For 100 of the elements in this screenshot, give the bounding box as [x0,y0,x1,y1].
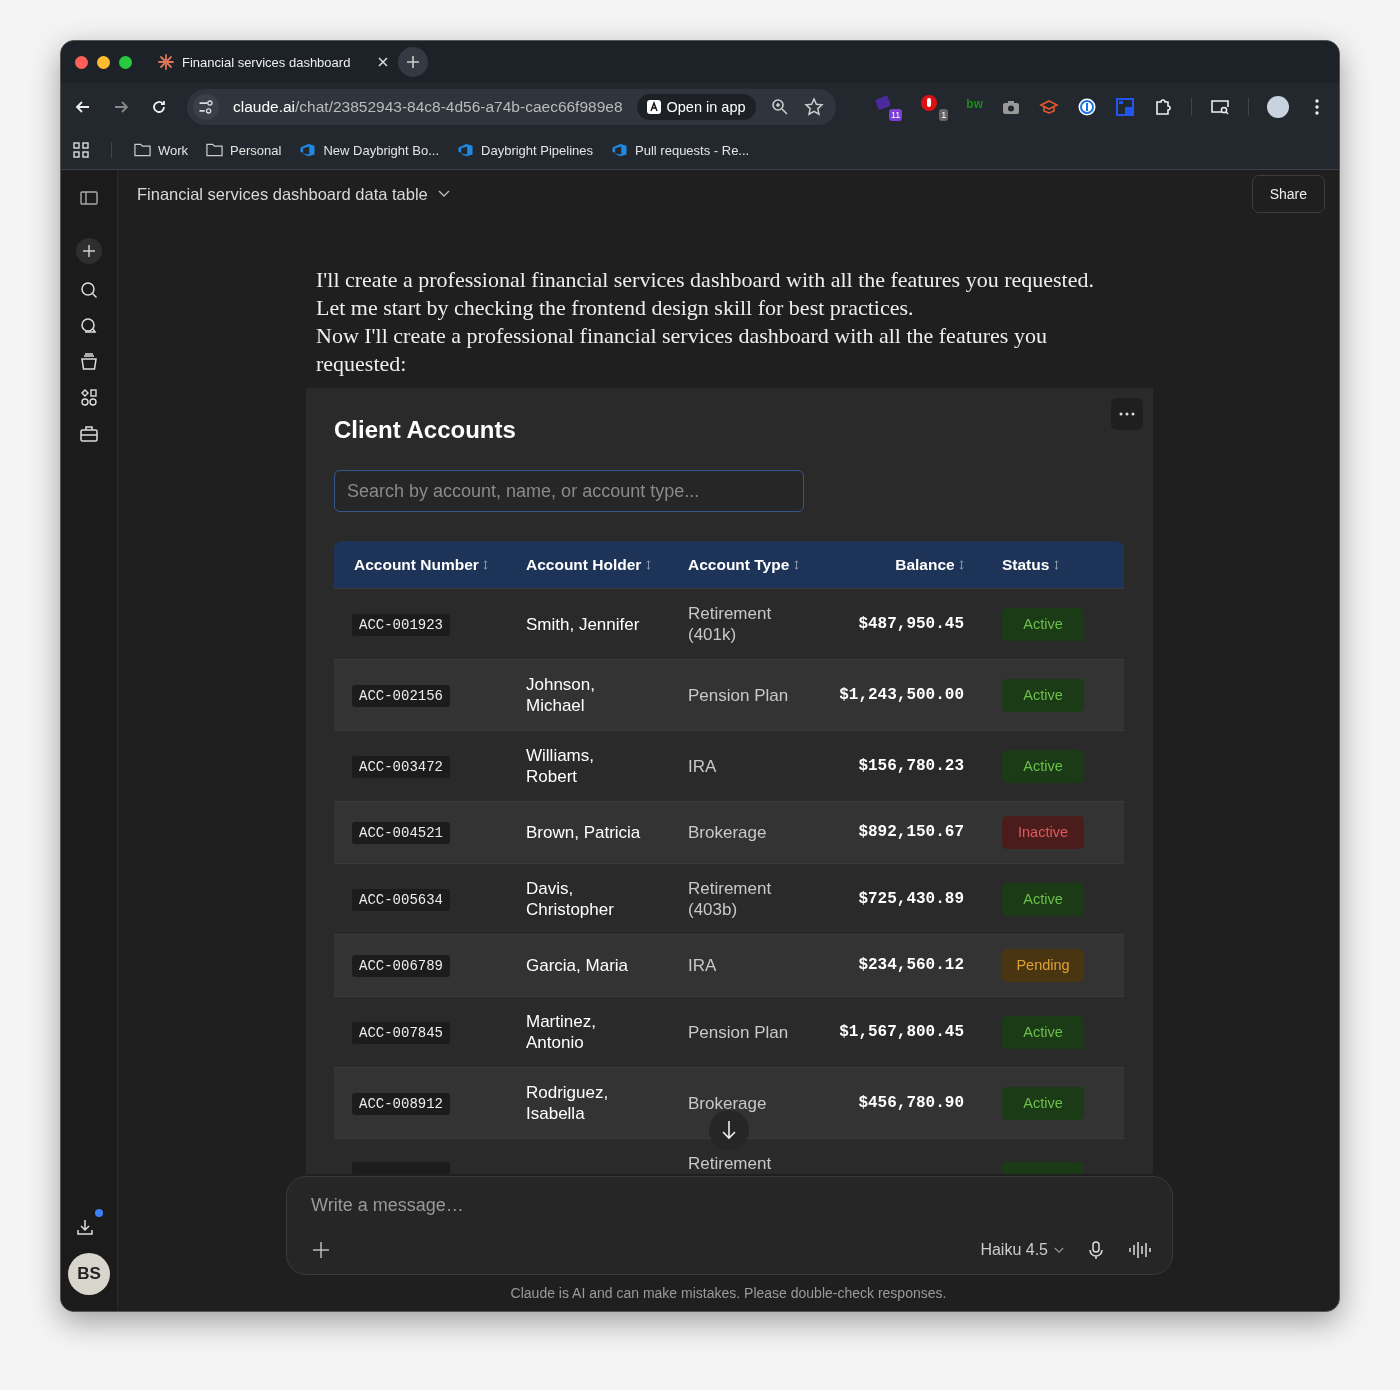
chevron-down-icon[interactable] [437,190,450,198]
pipeline-logo-icon[interactable] [457,143,475,157]
status-badge: Inactive [1002,816,1084,849]
status-badge: Active [1002,1086,1084,1120]
sort-icon[interactable] [1053,559,1059,570]
share-button[interactable]: Share [1251,175,1325,213]
window-extension-icon[interactable] [1115,97,1135,117]
status-badge: Active [1002,678,1084,712]
password-manager-icon[interactable] [1077,97,1097,117]
table-cell-text: Retirement [687,1153,773,1174]
pipeline-logo-icon[interactable] [611,143,629,157]
sparkle-icon [158,54,174,70]
table-cell-text: $1,243,500.00 [838,684,964,706]
close-icon[interactable] [378,57,388,67]
column-header[interactable]: Account Type [668,555,816,574]
app-logo-icon[interactable] [646,100,661,114]
table-cell-text: Brokerage [687,822,768,843]
bookmark-link[interactable]: Daybright Pipelines [457,142,594,158]
table-cell-text: $156,780.23 [857,755,964,777]
voice-mode-icon[interactable] [1128,1240,1154,1260]
folder-icon[interactable] [134,143,151,157]
microphone-icon[interactable] [1086,1240,1106,1260]
star-icon[interactable] [803,97,824,117]
table-cell-text: Brown, Patricia [525,822,642,843]
bookmark-link[interactable]: New Daybright Bo... [299,142,440,158]
profile-avatar[interactable] [1267,96,1289,118]
sort-icon[interactable] [645,559,651,570]
column-header[interactable]: Balance [816,555,964,574]
account-number: ACC-003472 [352,755,450,778]
pipeline-logo-icon[interactable] [299,143,317,157]
chevron-down-icon[interactable] [1054,1246,1064,1254]
account-number: ACC-004521 [352,822,450,844]
table-cell-text: $1,567,800.45 [838,1021,964,1043]
bookmark-link[interactable]: Personal [206,142,282,158]
close-window-button[interactable] [75,55,88,69]
new-tab-button[interactable] [398,47,428,77]
table-cell-text: IRA [687,755,718,777]
table-cell-text: $456,780.90 [857,1092,964,1114]
artifact-title: Client Accounts [334,416,517,444]
account-number: ACC-007845 [352,1021,450,1044]
chat-title[interactable]: Financial services dashboard data table [137,184,450,204]
zoom-icon[interactable] [769,97,790,117]
table-cell-text: $487,950.45 [857,613,964,635]
account-number: ACC-005634 [352,888,450,911]
bookmark-link[interactable]: Work [134,142,189,158]
table-cell-text: $892,150.67 [857,822,964,843]
table-cell-text: Garcia, Maria [525,955,630,976]
table-cell-text: $725,430.89 [857,888,964,910]
search-field[interactable]: Search by account, name, or account type... [334,470,804,512]
tab-search-icon[interactable] [1210,97,1230,117]
tab-title[interactable]: Financial services dashboard [182,54,370,70]
assistant-message: I'll create a professional financial services dashboard with all the features you requested. Let me start by checking the frontend design skill for best practices. [316,266,1095,322]
table-cell-text: Retirement (401k) [687,603,773,645]
status-badge: Active [1002,1015,1084,1049]
maximize-window-button[interactable] [119,55,132,69]
model-selector[interactable]: Haiku 4.5 [980,1241,1064,1259]
add-icon[interactable] [311,1240,331,1260]
user-avatar[interactable]: BS [68,1253,110,1295]
sort-icon[interactable] [959,559,964,570]
message-input[interactable]: Write a message… [311,1195,1154,1216]
briefcase-icon[interactable] [79,424,99,444]
projects-icon[interactable] [79,352,99,372]
graduation-cap-icon[interactable] [1039,97,1059,117]
status-badge: Active [1002,607,1084,641]
table-cell-text: Brokerage [687,1092,768,1114]
column-header[interactable]: Account Number [334,555,506,574]
account-number: ACC-001923 [352,613,450,636]
open-in-app-button[interactable]: Open in app [636,94,756,120]
table-cell-text: Davis, Christopher [525,878,615,920]
sidebar-toggle-icon[interactable] [79,188,99,208]
account-number: ACC-008912 [352,1092,450,1115]
apps-grid-icon[interactable] [73,142,89,158]
new-chat-button[interactable] [76,238,102,264]
artifacts-icon[interactable] [79,388,99,408]
site-settings-icon[interactable] [193,94,219,120]
puzzle-icon[interactable] [1153,97,1173,117]
table-cell-text: Smith, Jennifer [525,613,641,635]
address-bar[interactable]: claude.ai/chat/23852943-84c8-4d56-a74b-caec66f989e8 Open in app [187,89,836,125]
table-cell-text: Johnson, Michael [525,674,596,716]
table-cell-text: Martinez, Antonio [525,1011,597,1053]
search-icon[interactable] [79,280,99,300]
disclaimer-text: Claude is AI and can make mistakes. Please double-check responses. [509,1284,948,1303]
sort-icon[interactable] [483,559,489,570]
table-cell-text: Williams, Robert [525,745,595,787]
account-number: ACC-002156 [352,684,450,707]
column-header[interactable]: Account Holder [506,555,668,574]
table-cell-text: Pension Plan [687,684,790,706]
sort-icon[interactable] [793,559,799,570]
url-text[interactable]: claude.ai/chat/23852943-84c8-4d56-a74b-caec66f989e8 [233,98,623,116]
minimize-window-button[interactable] [97,55,110,69]
download-icon[interactable] [75,1217,95,1237]
table-cell-text: $234,560.12 [857,955,964,976]
bookmark-link[interactable]: Pull requests - Re... [611,142,750,158]
column-header[interactable]: Status [964,555,1124,574]
assistant-message: Now I'll create a professional financial services dashboard with all the features you requested: [316,322,1048,378]
chats-icon[interactable] [79,316,99,336]
more-options-button[interactable] [1111,398,1143,430]
table-cell-text: IRA [687,955,718,976]
folder-icon[interactable] [206,143,224,157]
status-badge: Active [1002,882,1084,916]
